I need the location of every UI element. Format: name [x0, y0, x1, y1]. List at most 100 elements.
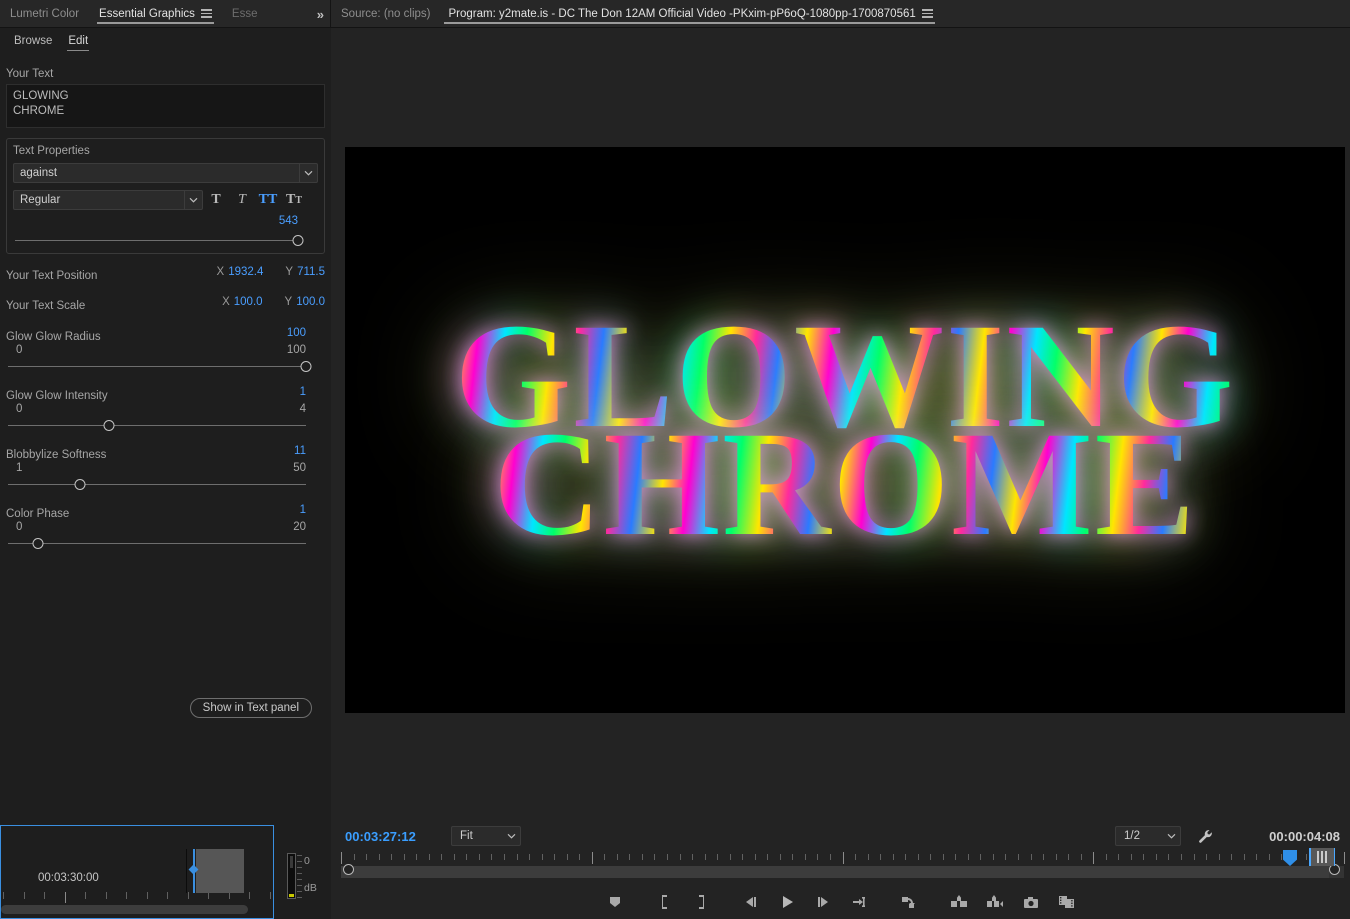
- tab-overflow-icon[interactable]: »: [317, 0, 323, 28]
- position-y-value[interactable]: 711.5: [297, 266, 325, 278]
- slider-header: Glow Glow Intensity 1: [6, 386, 325, 401]
- slider-track-line: [8, 543, 306, 544]
- program-ruler-tick: [893, 854, 894, 860]
- scale-y-value[interactable]: 100.0: [296, 296, 325, 308]
- extract-button[interactable]: [941, 888, 977, 916]
- timeline-horizontal-scrollbar[interactable]: [1, 905, 248, 914]
- timeline-ruler-tick: [44, 892, 45, 899]
- slider-knob[interactable]: [32, 538, 43, 549]
- tab-lumetri-color[interactable]: Lumetri Color: [0, 0, 89, 28]
- chevron-down-icon: [184, 191, 202, 209]
- program-video-preview[interactable]: GLOWING CHROME GLOWING CHROME: [345, 147, 1345, 713]
- subtab-browse[interactable]: Browse: [6, 28, 60, 54]
- program-ruler-tick: [429, 854, 430, 860]
- play-stop-button[interactable]: [769, 888, 805, 916]
- show-in-text-panel-button[interactable]: Show in Text panel: [190, 698, 312, 718]
- panel-menu-icon[interactable]: [201, 9, 212, 18]
- go-to-out-button[interactable]: [841, 888, 877, 916]
- audio-meter-tick: [297, 855, 302, 856]
- program-monitor-panel: Source: (no clips) Program: y2mate.is - …: [331, 0, 1350, 919]
- program-inout-range[interactable]: [1306, 848, 1338, 866]
- program-ruler-tick: [1244, 854, 1245, 860]
- slider-glow-glow-intensity: Glow Glow Intensity 1 0 4: [6, 386, 325, 432]
- timeline-clip[interactable]: [196, 849, 244, 893]
- slider-track-line: [8, 484, 306, 485]
- program-ruler-tick: [366, 854, 367, 860]
- program-ruler-tick: [817, 854, 818, 860]
- step-back-button[interactable]: [733, 888, 769, 916]
- timeline-ruler-tick: [106, 892, 107, 899]
- program-ruler-tick: [1043, 854, 1044, 860]
- mark-in-button[interactable]: [647, 888, 683, 916]
- insert-button[interactable]: [977, 888, 1013, 916]
- slider-track[interactable]: [8, 538, 306, 550]
- program-ruler-tick: [1005, 854, 1006, 860]
- slider-knob[interactable]: [104, 420, 115, 431]
- program-scrollbar-left-handle[interactable]: [343, 864, 354, 875]
- slider-value[interactable]: 11: [294, 445, 306, 457]
- settings-wrench-icon[interactable]: [1194, 826, 1216, 846]
- mark-out-button[interactable]: [683, 888, 719, 916]
- scale-y-axis-label: Y: [285, 296, 293, 308]
- add-marker-button[interactable]: [597, 888, 633, 916]
- slider-label: Color Phase: [6, 508, 69, 520]
- tab-program-monitor[interactable]: Program: y2mate.is - DC The Don 12AM Off…: [440, 0, 938, 28]
- program-panel-menu-icon[interactable]: [922, 9, 933, 18]
- timeline-ruler[interactable]: [1, 892, 273, 904]
- all-caps-button[interactable]: TT: [255, 189, 281, 211]
- timeline-ruler-tick: [229, 892, 230, 899]
- slider-min: 0: [16, 521, 22, 533]
- slider-knob[interactable]: [74, 479, 85, 490]
- program-playhead-timecode[interactable]: 00:03:27:12: [345, 829, 416, 844]
- timeline-ruler-tick: [270, 892, 271, 899]
- tab-source-monitor[interactable]: Source: (no clips): [331, 0, 440, 28]
- position-x-value[interactable]: 1932.4: [228, 266, 263, 278]
- font-size-value[interactable]: 543: [279, 215, 298, 227]
- program-ruler-tick: [1344, 852, 1345, 864]
- audio-meter-tick: [297, 873, 302, 874]
- program-ruler-tick: [567, 854, 568, 860]
- font-style-row: Regular T T TT TT: [13, 189, 318, 211]
- slider-value[interactable]: 100: [287, 327, 306, 339]
- program-zoom-scrollbar-thumb[interactable]: [341, 866, 1329, 878]
- font-size-slider-knob[interactable]: [293, 235, 304, 246]
- font-style-select[interactable]: Regular: [13, 190, 203, 210]
- program-ruler-tick: [554, 854, 555, 860]
- scale-x-value[interactable]: 100.0: [234, 296, 263, 308]
- program-ruler-tick: [642, 854, 643, 860]
- step-forward-button[interactable]: [805, 888, 841, 916]
- timeline-clip-left-edge: [186, 849, 187, 893]
- subtab-browse-label: Browse: [14, 35, 52, 47]
- faux-italic-button[interactable]: T: [229, 189, 255, 211]
- tab-essential-graphics-label: Essential Graphics: [99, 8, 195, 20]
- lift-button[interactable]: [891, 888, 927, 916]
- subtab-edit[interactable]: Edit: [60, 28, 96, 54]
- program-zoom-scrollbar[interactable]: [341, 866, 1344, 878]
- font-family-select[interactable]: against: [13, 163, 318, 183]
- font-style-value: Regular: [20, 194, 60, 206]
- in-point-marker[interactable]: [1309, 848, 1311, 866]
- tab-essential-sound[interactable]: Esse: [222, 0, 268, 28]
- slider-value[interactable]: 1: [300, 504, 306, 516]
- playback-resolution-select[interactable]: 1/2: [1115, 826, 1181, 846]
- small-caps-glyph-small: T: [295, 195, 302, 206]
- slider-value[interactable]: 1: [300, 386, 306, 398]
- slider-track[interactable]: [8, 361, 306, 373]
- your-text-input[interactable]: GLOWING CHROME: [6, 84, 325, 128]
- faux-bold-button[interactable]: T: [203, 189, 229, 211]
- audio-meter-clip-indicator[interactable]: [289, 894, 294, 897]
- program-duration-timecode[interactable]: 00:00:04:08: [1269, 829, 1340, 844]
- playback-resolution-value: 1/2: [1124, 830, 1140, 842]
- small-caps-button[interactable]: TT: [281, 189, 307, 211]
- tab-essential-graphics[interactable]: Essential Graphics: [89, 0, 222, 28]
- program-ruler-tick: [1206, 854, 1207, 860]
- slider-knob[interactable]: [301, 361, 312, 372]
- slider-track[interactable]: [8, 479, 306, 491]
- zoom-level-select[interactable]: Fit: [451, 826, 521, 846]
- font-size-slider[interactable]: [15, 235, 298, 247]
- camera-icon[interactable]: [1013, 888, 1049, 916]
- out-point-marker[interactable]: [1334, 848, 1336, 866]
- slider-track[interactable]: [8, 420, 306, 432]
- program-time-ruler[interactable]: [341, 852, 1344, 866]
- film-strip-icon[interactable]: [1049, 888, 1085, 916]
